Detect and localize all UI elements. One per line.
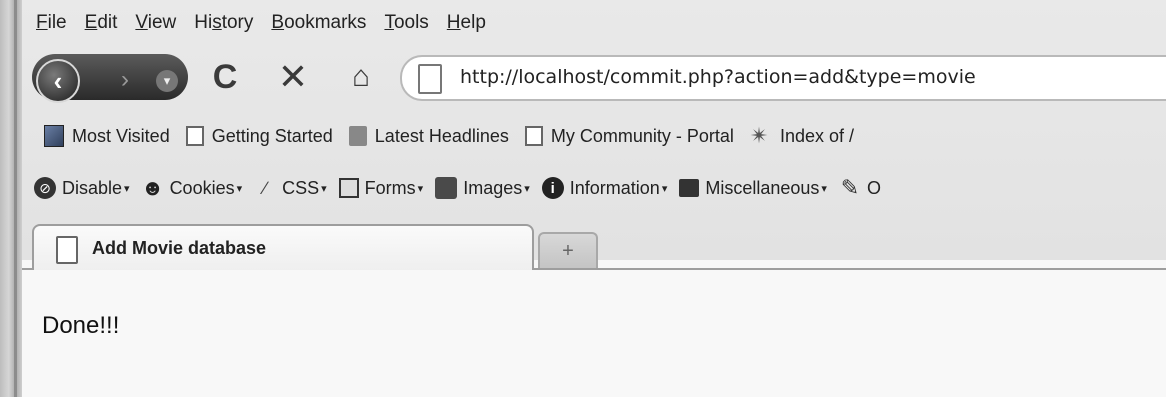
devtool-label: Images bbox=[463, 177, 523, 198]
bookmark-latest-headlines[interactable]: Latest Headlines bbox=[348, 125, 509, 147]
miscellaneous-icon bbox=[679, 179, 700, 197]
window-left-edge bbox=[0, 0, 22, 397]
rss-icon bbox=[348, 126, 367, 146]
back-arrow-icon[interactable]: ‹ bbox=[36, 59, 80, 103]
page-icon bbox=[418, 64, 442, 94]
devtool-css[interactable]: ∕ CSS ▾ bbox=[254, 177, 327, 199]
devtool-cookies[interactable]: ☻ Cookies ▾ bbox=[140, 175, 243, 200]
tab-add-movie-database[interactable]: Add Movie database bbox=[32, 224, 534, 270]
information-icon: i bbox=[541, 177, 564, 199]
page-icon bbox=[56, 236, 78, 264]
menu-bar: File Edit View History Bookmarks Tools H… bbox=[36, 12, 486, 38]
devtool-label: Miscellaneous bbox=[705, 177, 820, 198]
bookmark-label: Latest Headlines bbox=[374, 125, 509, 146]
devtool-information[interactable]: i Information ▾ bbox=[541, 177, 668, 199]
bookmark-label: Most Visited bbox=[72, 125, 170, 146]
devtool-label: CSS bbox=[282, 177, 320, 198]
tab-title: Add Movie database bbox=[92, 238, 267, 258]
dropdown-arrow-icon: ▾ bbox=[821, 182, 827, 195]
bookmark-getting-started[interactable]: Getting Started bbox=[185, 125, 333, 147]
bookmark-label: Index of / bbox=[779, 125, 854, 146]
web-developer-toolbar: ⊘ Disable ▾ ☻ Cookies ▾ ∕ CSS ▾ Forms ▾ Imag… bbox=[34, 172, 893, 204]
browser-window: File Edit View History Bookmarks Tools H… bbox=[0, 0, 1166, 397]
page-icon bbox=[524, 126, 543, 146]
navigation-bar: ‹ › ▾ C ✕ ⌂ http://localhost/commit.php?… bbox=[32, 52, 1166, 104]
menu-bookmarks[interactable]: Bookmarks bbox=[271, 12, 366, 38]
bookmark-my-community-portal[interactable]: My Community - Portal bbox=[524, 125, 734, 147]
devtool-label: Information bbox=[569, 177, 660, 198]
dropdown-arrow-icon: ▾ bbox=[236, 182, 243, 195]
css-icon: ∕ bbox=[263, 177, 267, 198]
most-visited-icon bbox=[44, 125, 64, 147]
menu-help[interactable]: Help bbox=[447, 12, 486, 38]
stop-icon[interactable]: ✕ bbox=[274, 56, 312, 97]
dropdown-arrow-icon: ▾ bbox=[661, 182, 668, 195]
tab-strip: Add Movie database + bbox=[22, 222, 1166, 270]
page-message: Done!!! bbox=[42, 312, 120, 339]
dropdown-arrow-icon: ▾ bbox=[321, 182, 327, 195]
devtool-disable[interactable]: ⊘ Disable ▾ bbox=[34, 177, 130, 199]
images-icon bbox=[435, 177, 458, 199]
page-content: Done!!! bbox=[22, 270, 1166, 397]
bookmark-label: My Community - Portal bbox=[550, 125, 734, 146]
menu-history[interactable]: History bbox=[194, 12, 253, 38]
bookmark-label: Getting Started bbox=[211, 125, 333, 146]
satellite-icon: ✴ bbox=[749, 123, 769, 148]
menu-tools[interactable]: Tools bbox=[384, 12, 428, 38]
menu-edit[interactable]: Edit bbox=[85, 12, 118, 38]
bookmark-index-of[interactable]: ✴ Index of / bbox=[749, 123, 854, 148]
url-text[interactable]: http://localhost/commit.php?action=add&t… bbox=[460, 66, 976, 88]
dropdown-arrow-icon: ▾ bbox=[417, 182, 424, 195]
dropdown-arrow-icon: ▾ bbox=[524, 182, 530, 195]
devtool-images[interactable]: Images ▾ bbox=[435, 177, 530, 199]
reload-icon[interactable]: C bbox=[206, 58, 244, 96]
history-dropdown-icon[interactable]: ▾ bbox=[156, 70, 178, 92]
devtool-label: Disable bbox=[62, 177, 123, 198]
cookies-icon: ☻ bbox=[140, 175, 165, 200]
forms-icon bbox=[338, 178, 359, 198]
devtool-miscellaneous[interactable]: Miscellaneous ▾ bbox=[679, 178, 827, 199]
window-border-line bbox=[14, 0, 17, 397]
back-forward-group: ‹ › ▾ bbox=[32, 54, 188, 103]
devtool-label: O bbox=[866, 177, 881, 198]
devtool-label: Cookies bbox=[169, 177, 235, 198]
dropdown-arrow-icon: ▾ bbox=[124, 182, 130, 195]
outline-icon: ✎ bbox=[840, 175, 860, 200]
devtool-forms[interactable]: Forms ▾ bbox=[338, 177, 424, 199]
forward-arrow-icon[interactable]: › bbox=[102, 62, 148, 98]
page-icon bbox=[185, 126, 204, 146]
plus-icon: + bbox=[562, 239, 574, 262]
devtool-outline[interactable]: ✎ O bbox=[839, 175, 881, 200]
url-bar[interactable]: http://localhost/commit.php?action=add&t… bbox=[400, 55, 1166, 101]
bookmarks-toolbar: Most Visited Getting Started Latest Head… bbox=[44, 122, 870, 150]
new-tab-button[interactable]: + bbox=[538, 232, 598, 268]
disable-icon: ⊘ bbox=[34, 177, 56, 199]
menu-file[interactable]: File bbox=[36, 12, 67, 38]
home-icon[interactable]: ⌂ bbox=[342, 58, 380, 96]
menu-view[interactable]: View bbox=[135, 12, 176, 38]
devtool-label: Forms bbox=[364, 177, 416, 198]
bookmark-most-visited[interactable]: Most Visited bbox=[44, 125, 170, 147]
